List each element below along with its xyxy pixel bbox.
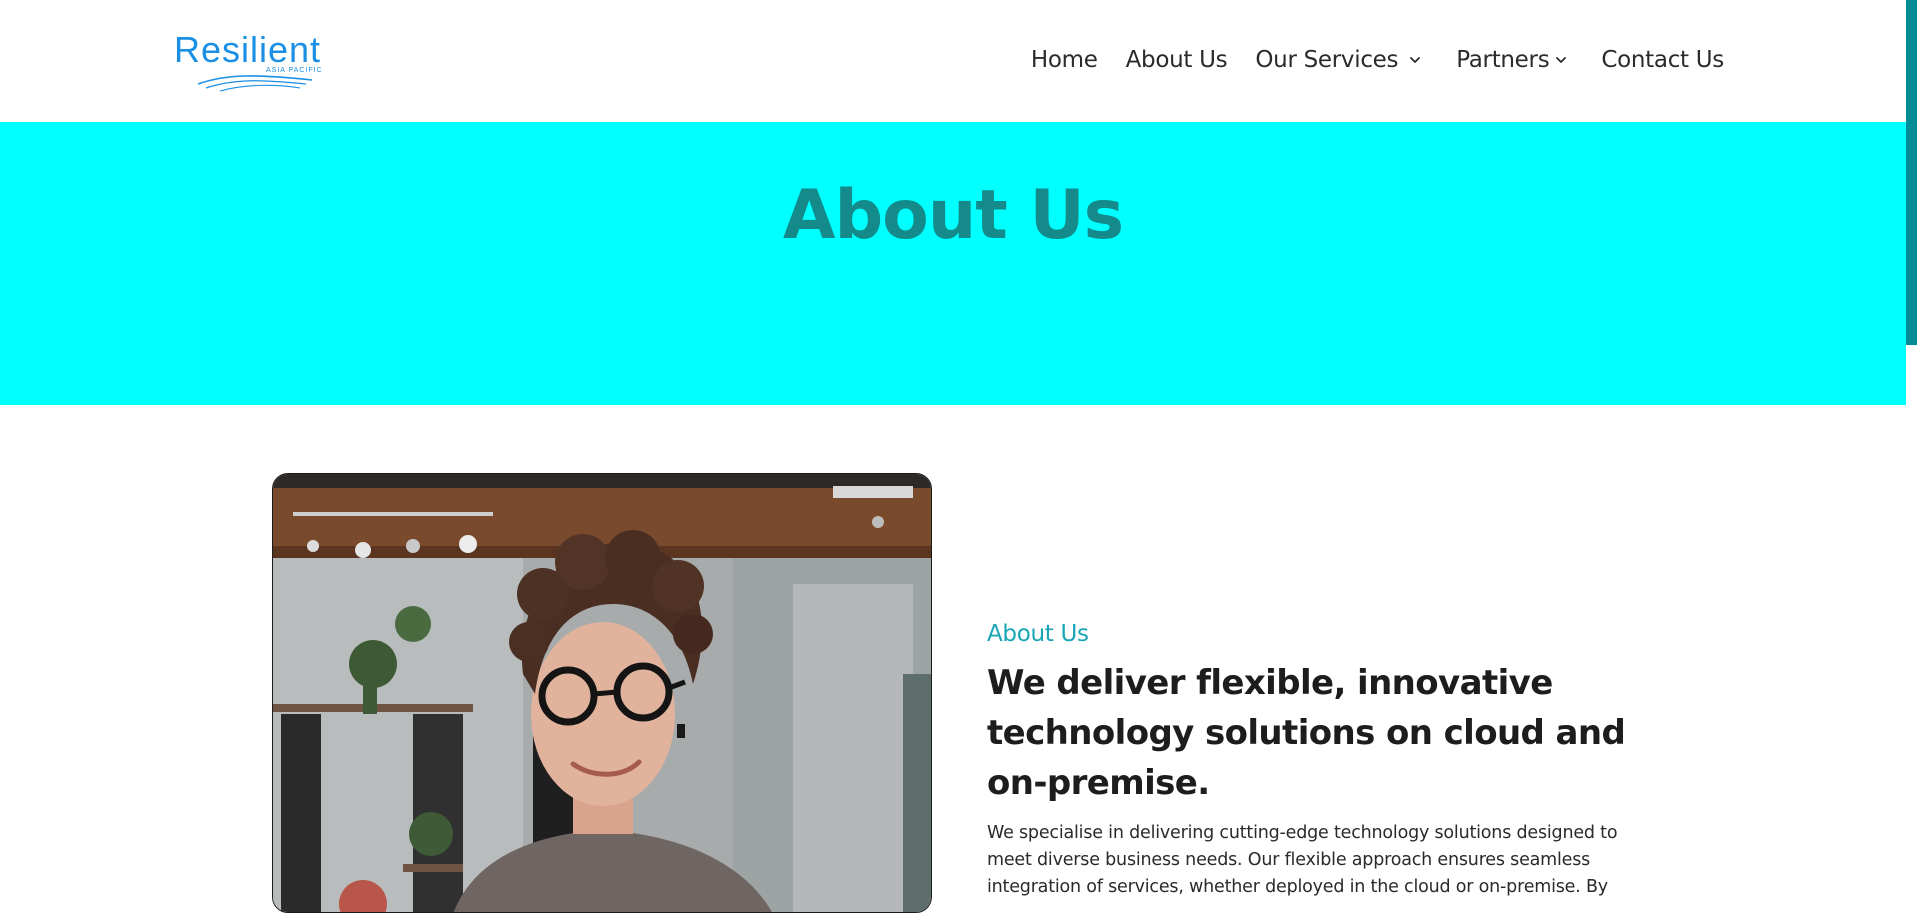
nav-about-us-label: About Us	[1125, 47, 1228, 73]
nav-home[interactable]: Home	[1031, 47, 1098, 73]
nav-our-services-label: Our Services	[1255, 47, 1399, 73]
nav-contact-us-label: Contact Us	[1601, 47, 1724, 73]
page-title: About Us	[782, 176, 1124, 255]
chevron-down-icon	[1410, 57, 1421, 63]
chevron-down-icon	[1556, 57, 1567, 63]
about-photo	[272, 473, 932, 913]
hero-banner: About Us	[0, 122, 1906, 405]
nav-our-services[interactable]: Our Services	[1255, 47, 1424, 73]
nav-contact-us[interactable]: Contact Us	[1601, 47, 1724, 73]
nav-partners-label: Partners	[1456, 47, 1550, 73]
site-header: Resilient ASIA PACIFIC Home About Us Our…	[0, 0, 1906, 122]
nav-partners[interactable]: Partners	[1456, 47, 1570, 73]
scrollbar-thumb[interactable]	[1906, 0, 1917, 345]
main-nav: Home About Us Our Services Partners Cont…	[1031, 40, 1724, 80]
section-body: We specialise in delivering cutting-edge…	[987, 823, 1618, 897]
about-section: About Us We deliver flexible, innovative…	[987, 618, 1667, 901]
portrait-photo	[273, 474, 931, 912]
nav-home-label: Home	[1030, 47, 1098, 73]
section-eyebrow: About Us	[987, 621, 1089, 647]
resilient-logo[interactable]: Resilient ASIA PACIFIC	[172, 30, 340, 92]
logo-wordmark: Resilient	[174, 29, 322, 70]
nav-about-us[interactable]: About Us	[1126, 47, 1228, 73]
section-headline: We deliver flexible, innovative technolo…	[987, 663, 1626, 803]
page-scrollbar[interactable]	[1906, 0, 1917, 905]
wave-icon	[197, 75, 313, 92]
